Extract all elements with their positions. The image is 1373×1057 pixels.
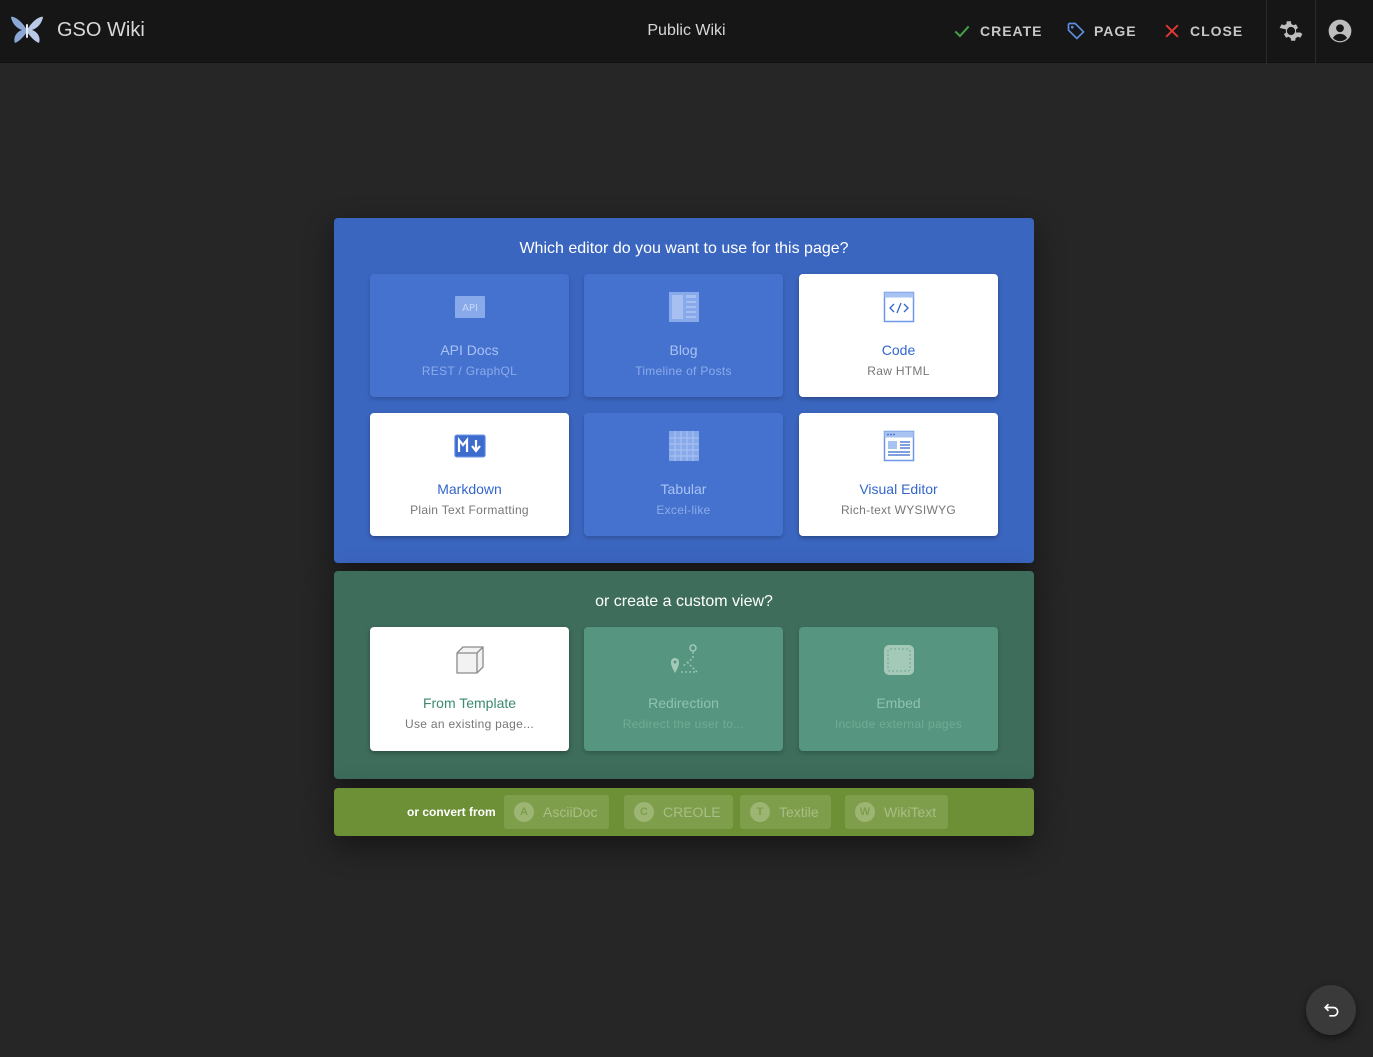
custom-view-panel: or create a custom view? From Template U… — [334, 571, 1034, 779]
editor-card-subtitle: Rich-text WYSIWYG — [840, 503, 957, 517]
editor-card-title: Code — [881, 342, 916, 358]
account-circle-icon[interactable] — [1327, 18, 1353, 44]
template-cube-icon — [454, 644, 486, 676]
convert-button-label: Textile — [779, 804, 819, 820]
check-icon — [954, 25, 970, 38]
api-icon: API — [454, 291, 486, 323]
toolbar-divider — [1315, 0, 1316, 63]
editor-card-subtitle: Timeline of Posts — [635, 364, 732, 378]
editor-card-subtitle: Plain Text Formatting — [410, 503, 529, 517]
svg-text:API: API — [462, 303, 478, 314]
textile-badge-icon: T — [750, 802, 770, 822]
editor-card-subtitle: Raw HTML — [867, 364, 930, 378]
editor-card-markdown[interactable]: Markdown Plain Text Formatting — [370, 413, 569, 536]
close-icon — [1165, 24, 1179, 38]
custom-card-title: From Template — [422, 695, 517, 711]
editor-card-title: Blog — [669, 342, 698, 358]
convert-asciidoc-button[interactable]: A AsciiDoc — [504, 795, 610, 829]
butterfly-logo[interactable] — [10, 14, 44, 46]
custom-card-subtitle: Include external pages — [834, 717, 963, 731]
editor-card-title: Tabular — [660, 481, 707, 497]
convert-wikitext-button[interactable]: W WikiText — [845, 795, 949, 829]
custom-card-title: Redirection — [648, 695, 719, 711]
custom-card-embed[interactable]: Embed Include external pages — [799, 627, 998, 751]
page-title[interactable]: Public Wiki — [647, 22, 725, 39]
close-button-label: CLOSE — [1190, 23, 1244, 39]
convert-button-label: CREOLE — [663, 804, 721, 820]
editor-card-subtitle: Excel-like — [656, 503, 711, 517]
editor-card-title: API Docs — [440, 342, 499, 358]
editor-card-subtitle: REST / GraphQL — [421, 364, 518, 378]
undo-icon — [1323, 1003, 1339, 1017]
create-button-label: CREATE — [980, 23, 1043, 39]
visual-editor-icon — [883, 430, 915, 462]
tag-icon — [1067, 22, 1085, 40]
convert-creole-button[interactable]: C CREOLE — [624, 795, 733, 829]
editor-card-title: Markdown — [437, 481, 502, 497]
convert-button-label: WikiText — [884, 804, 937, 820]
page-properties-button[interactable]: PAGE — [1066, 14, 1137, 48]
top-bar: GSO Wiki Public Wiki CREATE PAGE CLOSE — [0, 0, 1373, 63]
convert-label: or convert from — [407, 805, 496, 819]
wikitext-badge-icon: W — [855, 802, 875, 822]
undo-fab-button[interactable] — [1306, 985, 1356, 1035]
convert-button-label: AsciiDoc — [543, 804, 598, 820]
embed-icon — [883, 644, 915, 676]
app-title[interactable]: GSO Wiki — [57, 19, 145, 42]
editor-card-blog[interactable]: Blog Timeline of Posts — [584, 274, 783, 397]
code-icon — [883, 291, 915, 323]
editor-card-visual-editor[interactable]: Visual Editor Rich-text WYSIWYG — [799, 413, 998, 536]
create-button[interactable]: CREATE — [952, 14, 1043, 48]
editor-card-code[interactable]: Code Raw HTML — [799, 274, 998, 397]
convert-panel: or convert from A AsciiDoc C CREOLE T Te… — [334, 788, 1034, 836]
custom-panel-heading: or create a custom view? — [595, 593, 773, 610]
editor-card-api-docs[interactable]: API API Docs REST / GraphQL — [370, 274, 569, 397]
editor-card-title: Visual Editor — [859, 481, 938, 497]
convert-textile-button[interactable]: T Textile — [740, 795, 831, 829]
creole-badge-icon: C — [634, 802, 654, 822]
custom-card-subtitle: Use an existing page... — [405, 717, 534, 731]
custom-card-subtitle: Redirect the user to... — [622, 717, 745, 731]
close-button[interactable]: CLOSE — [1162, 14, 1243, 48]
editor-panel-heading: Which editor do you want to use for this… — [519, 240, 849, 257]
blog-icon — [668, 291, 700, 323]
redirect-icon — [668, 644, 700, 676]
custom-card-redirection[interactable]: Redirection Redirect the user to... — [584, 627, 783, 751]
markdown-icon — [454, 430, 486, 462]
editor-card-tabular[interactable]: Tabular Excel-like — [584, 413, 783, 536]
gear-icon[interactable] — [1278, 18, 1304, 44]
custom-card-from-template[interactable]: From Template Use an existing page... — [370, 627, 569, 751]
editor-selection-panel: Which editor do you want to use for this… — [334, 218, 1034, 563]
page-button-label: PAGE — [1094, 23, 1137, 39]
asciidoc-badge-icon: A — [514, 802, 534, 822]
custom-card-title: Embed — [876, 695, 921, 711]
toolbar-divider — [1266, 0, 1267, 63]
table-icon — [668, 430, 700, 462]
